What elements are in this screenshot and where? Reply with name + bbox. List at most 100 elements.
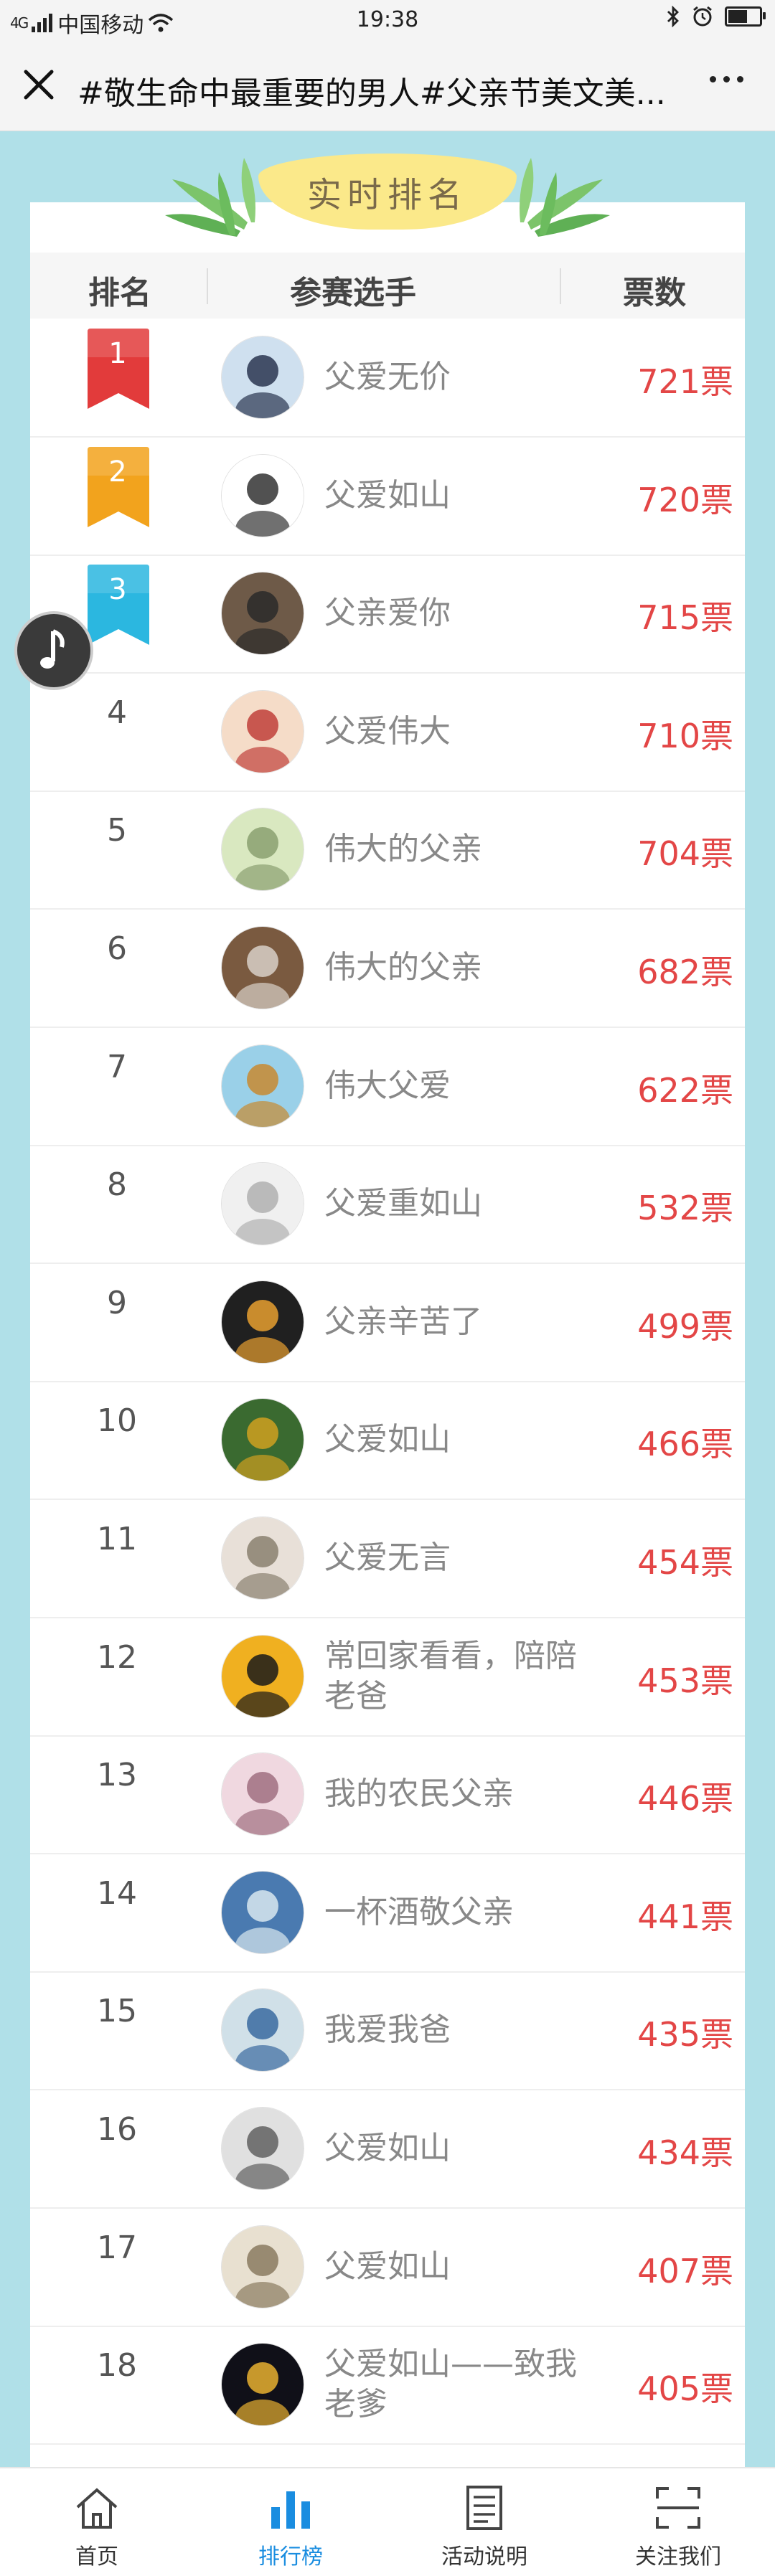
ranking-row[interactable]: 18 父爱如山——致我老爹 405票: [30, 2326, 745, 2445]
bar-chart-icon: [271, 2491, 310, 2529]
player-name[interactable]: 伟大的父亲: [324, 923, 583, 1012]
vote-count: 720票: [637, 480, 733, 519]
tab-activity-info[interactable]: 活动说明: [388, 2468, 581, 2576]
avatar[interactable]: [221, 1634, 304, 1718]
player-name[interactable]: 父爱重如山: [324, 1159, 583, 1248]
ranking-row[interactable]: 1 父爱无价 721票: [30, 319, 745, 438]
ranking-row[interactable]: 8 父爱重如山 532票: [30, 1145, 745, 1265]
player-name[interactable]: 我的农民父亲: [324, 1750, 583, 1839]
alarm-icon: [693, 6, 712, 27]
rank-number: 14: [97, 1874, 137, 1912]
ranking-row[interactable]: 9 父亲辛苦了 499票: [30, 1263, 745, 1382]
rank-medal-icon: 1: [86, 329, 151, 412]
music-note-icon: [40, 629, 65, 669]
ranking-row[interactable]: 3 父亲爱你 715票: [30, 555, 745, 674]
avatar[interactable]: [221, 1516, 304, 1600]
player-name[interactable]: 父亲辛苦了: [324, 1278, 583, 1367]
rank-number: 13: [97, 1757, 137, 1794]
ranking-row[interactable]: 12 常回家看看，陪陪老爸 453票: [30, 1618, 745, 1737]
ranking-row[interactable]: 10 父爱如山 466票: [30, 1381, 745, 1501]
vote-count: 453票: [637, 1661, 733, 1700]
avatar[interactable]: [221, 1870, 304, 1954]
column-divider: [560, 268, 561, 304]
ranking-row[interactable]: 4 父爱伟大 710票: [30, 673, 745, 792]
avatar[interactable]: [221, 2224, 304, 2308]
vote-count: 704票: [637, 834, 733, 874]
ranking-row[interactable]: 2 父爱如山 720票: [30, 437, 745, 556]
tab-follow-us[interactable]: 关注我们: [581, 2468, 775, 2576]
avatar[interactable]: [221, 926, 304, 1009]
close-icon[interactable]: [19, 65, 59, 105]
battery-icon: [725, 6, 766, 27]
column-header-rank: 排名: [88, 275, 151, 311]
status-bar: 4G 中国移动 19:38: [0, 0, 775, 40]
player-name[interactable]: 常回家看看，陪陪老爸: [324, 1632, 583, 1721]
bluetooth-icon: [667, 6, 679, 27]
player-name[interactable]: 伟大父爱: [324, 1042, 583, 1131]
avatar[interactable]: [221, 1398, 304, 1482]
player-name[interactable]: 父爱无言: [324, 1514, 583, 1603]
ranking-row[interactable]: 6 伟大的父亲 682票: [30, 909, 745, 1028]
vote-count: 682票: [637, 953, 733, 991]
player-name[interactable]: 父爱如山: [324, 451, 583, 540]
more-icon[interactable]: [710, 76, 743, 82]
rank-number: 11: [97, 1521, 137, 1557]
avatar[interactable]: [221, 689, 304, 773]
tab-ranking[interactable]: 排行榜: [194, 2468, 388, 2576]
rank-number: 16: [97, 2111, 137, 2148]
avatar[interactable]: [221, 453, 304, 537]
player-name[interactable]: 父爱如山: [324, 1395, 583, 1484]
avatar[interactable]: [221, 1752, 304, 1836]
nav-bar: #敬生命中最重要的男人#父亲节美文美...: [0, 40, 775, 131]
avatar[interactable]: [221, 1280, 304, 1364]
rank-medal-icon: 2: [86, 446, 151, 530]
tab-home[interactable]: 首页: [0, 2468, 194, 2576]
music-button[interactable]: [14, 611, 93, 690]
player-name[interactable]: 父爱如山: [324, 2222, 583, 2311]
player-name[interactable]: 父爱无价: [324, 333, 583, 422]
vote-count: 499票: [637, 1306, 733, 1346]
player-name[interactable]: 父爱伟大: [324, 687, 583, 776]
rank-number: 17: [97, 2229, 137, 2266]
ranking-row[interactable]: 7 伟大父爱 622票: [30, 1027, 745, 1146]
ranking-row[interactable]: 13 我的农民父亲 446票: [30, 1735, 745, 1855]
ranking-row[interactable]: 5 伟大的父亲 704票: [30, 791, 745, 910]
ranking-row[interactable]: 17 父爱如山 407票: [30, 2208, 745, 2327]
avatar[interactable]: [221, 336, 304, 419]
avatar[interactable]: [221, 1988, 304, 2072]
avatar[interactable]: [221, 1162, 304, 1246]
tab-ranking-label: 排行榜: [258, 2544, 323, 2570]
rank-number: 2: [108, 455, 127, 489]
vote-count: 532票: [637, 1189, 733, 1228]
banner-title: 实时排名: [306, 175, 468, 215]
rank-number: 10: [97, 1402, 137, 1440]
vote-count: 441票: [637, 1897, 733, 1936]
rank-number: 4: [107, 694, 127, 731]
vote-count: 721票: [637, 362, 733, 401]
ranking-row[interactable]: 11 父爱无言 454票: [30, 1499, 745, 1618]
status-time: 19:38: [356, 7, 419, 32]
rank-number: 7: [107, 1048, 127, 1085]
player-name[interactable]: 父爱如山: [324, 2104, 583, 2193]
player-name[interactable]: 一杯酒敬父亲: [324, 1868, 583, 1957]
player-name[interactable]: 父爱如山——致我老爹: [324, 2340, 583, 2429]
player-name[interactable]: 我爱我爸: [324, 1986, 583, 2075]
column-divider: [207, 268, 208, 304]
avatar[interactable]: [221, 572, 304, 656]
ranking-row[interactable]: 16 父爱如山 434票: [30, 2090, 745, 2209]
avatar[interactable]: [221, 808, 304, 892]
player-name[interactable]: 父亲爱你: [324, 569, 583, 658]
avatar[interactable]: [221, 1044, 304, 1128]
rank-number: 9: [107, 1284, 127, 1321]
ranking-row[interactable]: 14 一杯酒敬父亲 441票: [30, 1854, 745, 1973]
avatar[interactable]: [221, 2107, 304, 2190]
ranking-row[interactable]: 15 我爱我爸 435票: [30, 1971, 745, 2091]
vote-count: 405票: [637, 2369, 733, 2409]
player-name[interactable]: 伟大的父亲: [324, 805, 583, 894]
rank-number: 8: [107, 1166, 127, 1204]
vote-count: 446票: [637, 1779, 733, 1818]
rank-number: 1: [108, 337, 127, 370]
leaf-left-icon: [165, 158, 255, 237]
avatar[interactable]: [221, 2343, 304, 2427]
column-header-player: 参赛选手: [290, 275, 416, 311]
